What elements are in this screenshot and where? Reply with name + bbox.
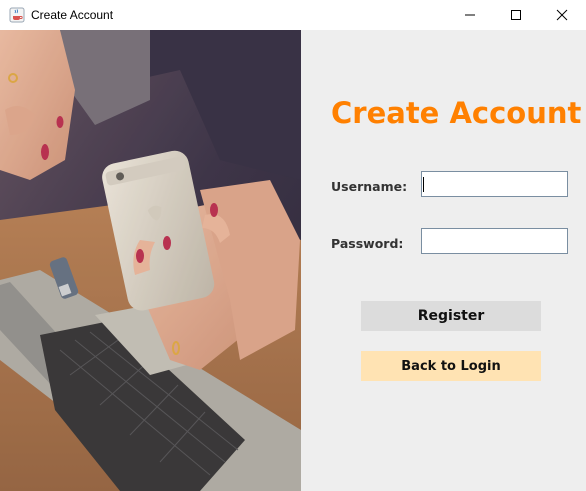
create-account-window: Create Account Create Account Username: … — [0, 0, 586, 491]
password-label: Password: — [331, 236, 404, 251]
java-cup-icon — [9, 7, 25, 23]
page-title: Create Account — [331, 96, 582, 130]
password-input[interactable] — [421, 228, 568, 254]
maximize-icon — [510, 6, 522, 25]
text-cursor — [423, 177, 424, 192]
register-button[interactable]: Register — [361, 301, 541, 331]
maximize-button[interactable] — [493, 0, 539, 30]
minimize-icon — [464, 6, 476, 25]
close-button[interactable] — [539, 0, 585, 30]
username-label: Username: — [331, 179, 408, 194]
decorative-photo — [0, 30, 301, 491]
minimize-button[interactable] — [447, 0, 493, 30]
close-icon — [556, 6, 568, 25]
back-to-login-button[interactable]: Back to Login — [361, 351, 541, 381]
title-bar[interactable]: Create Account — [0, 0, 586, 30]
window-title: Create Account — [31, 8, 114, 22]
username-input[interactable] — [421, 171, 568, 197]
registration-form-panel: Create Account Username: Password: Regis… — [301, 30, 586, 491]
